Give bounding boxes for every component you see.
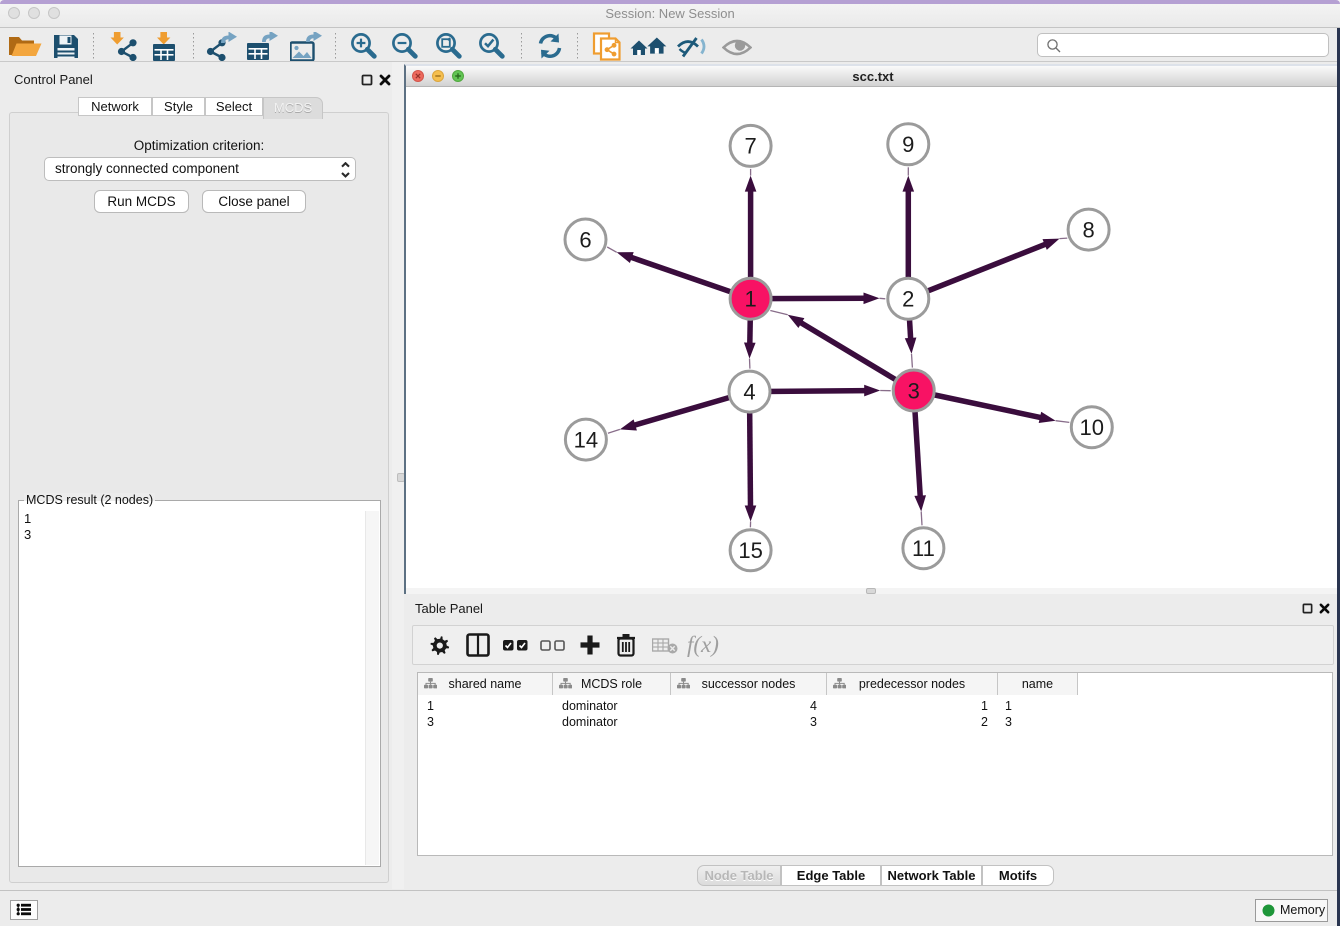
svg-text:7: 7	[744, 134, 756, 159]
svg-text:11: 11	[912, 536, 935, 561]
svg-text:9: 9	[902, 132, 914, 157]
svg-text:3: 3	[908, 378, 920, 403]
svg-text:14: 14	[574, 427, 598, 452]
svg-text:8: 8	[1082, 217, 1094, 242]
svg-text:2: 2	[902, 287, 914, 312]
svg-text:15: 15	[738, 538, 762, 563]
svg-text:4: 4	[743, 379, 755, 404]
svg-text:1: 1	[744, 287, 756, 312]
svg-text:6: 6	[579, 227, 591, 252]
svg-text:10: 10	[1080, 415, 1104, 440]
